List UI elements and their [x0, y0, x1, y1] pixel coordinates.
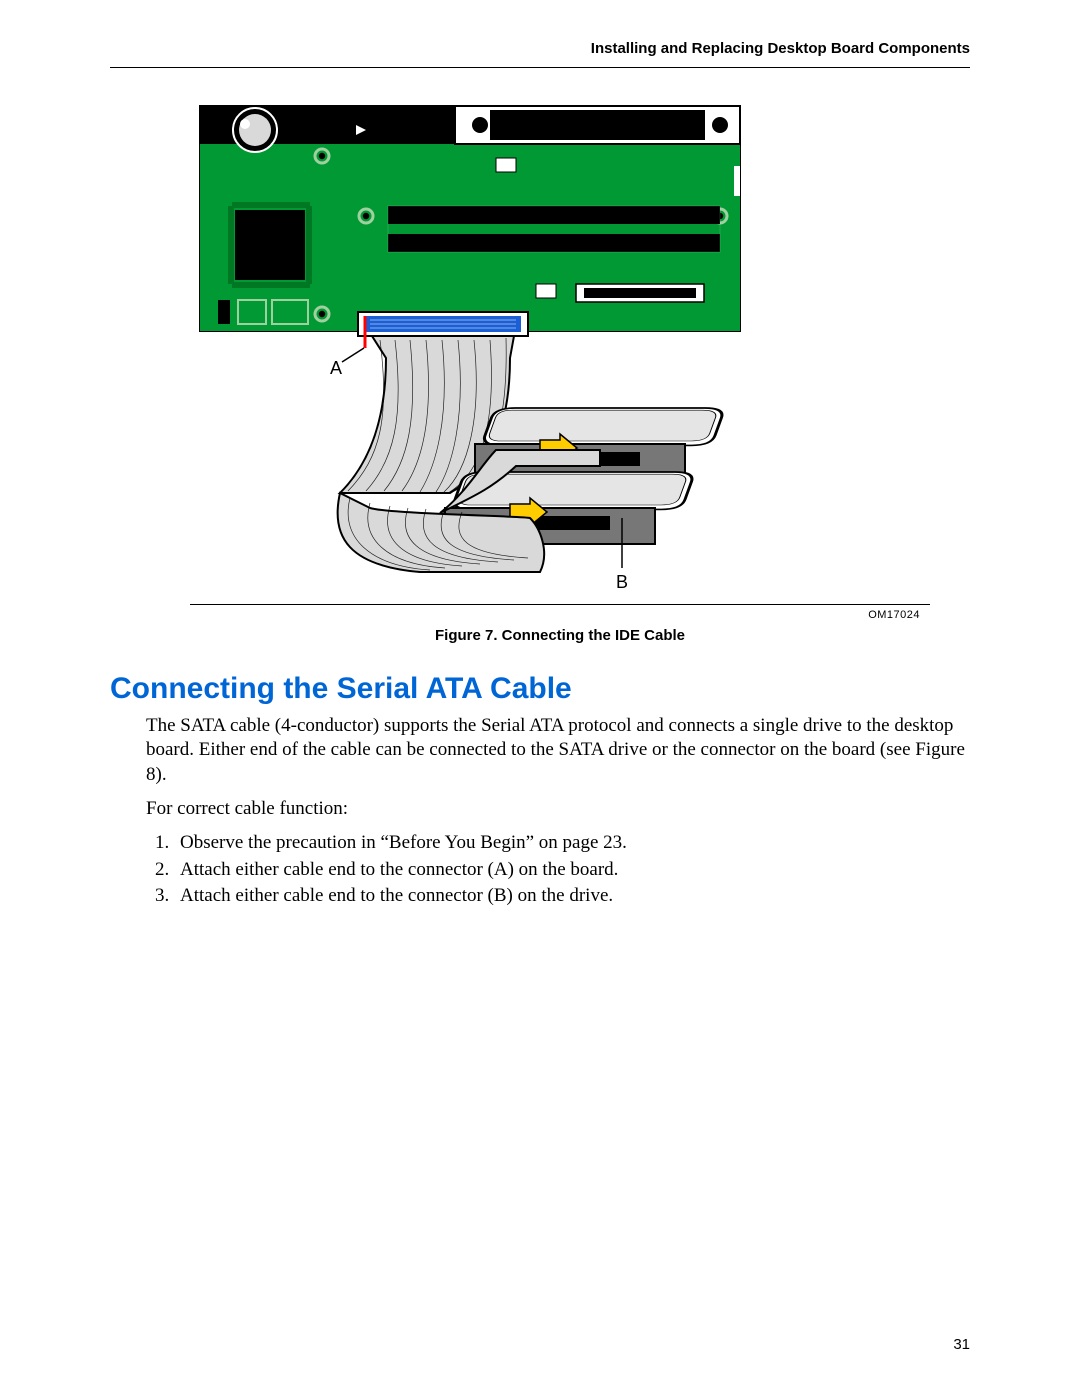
header-rule — [110, 67, 970, 68]
page-header: Installing and Replacing Desktop Board C… — [110, 40, 970, 57]
figure-rule — [190, 604, 930, 605]
ide-cable-diagram: A B — [190, 98, 748, 598]
figure-caption: Figure 7. Connecting the IDE Cable — [190, 627, 930, 644]
step-item: Attach either cable end to the connector… — [174, 884, 970, 908]
paragraph-1: The SATA cable (4-conductor) supports th… — [146, 714, 970, 787]
step-item: Observe the precaution in “Before You Be… — [174, 831, 970, 855]
figure-label-a: A — [330, 358, 342, 378]
section-heading: Connecting the Serial ATA Cable — [110, 672, 970, 706]
figure-7: A B OM17024 Figure 7. Connecting the IDE… — [190, 98, 930, 644]
figure-id: OM17024 — [190, 609, 920, 621]
step-item: Attach either cable end to the connector… — [174, 858, 970, 882]
steps-list: Observe the precaution in “Before You Be… — [146, 831, 970, 908]
page-number: 31 — [953, 1336, 970, 1353]
figure-label-b: B — [616, 572, 628, 592]
body-text: The SATA cable (4-conductor) supports th… — [146, 714, 970, 908]
paragraph-2: For correct cable function: — [146, 797, 970, 821]
